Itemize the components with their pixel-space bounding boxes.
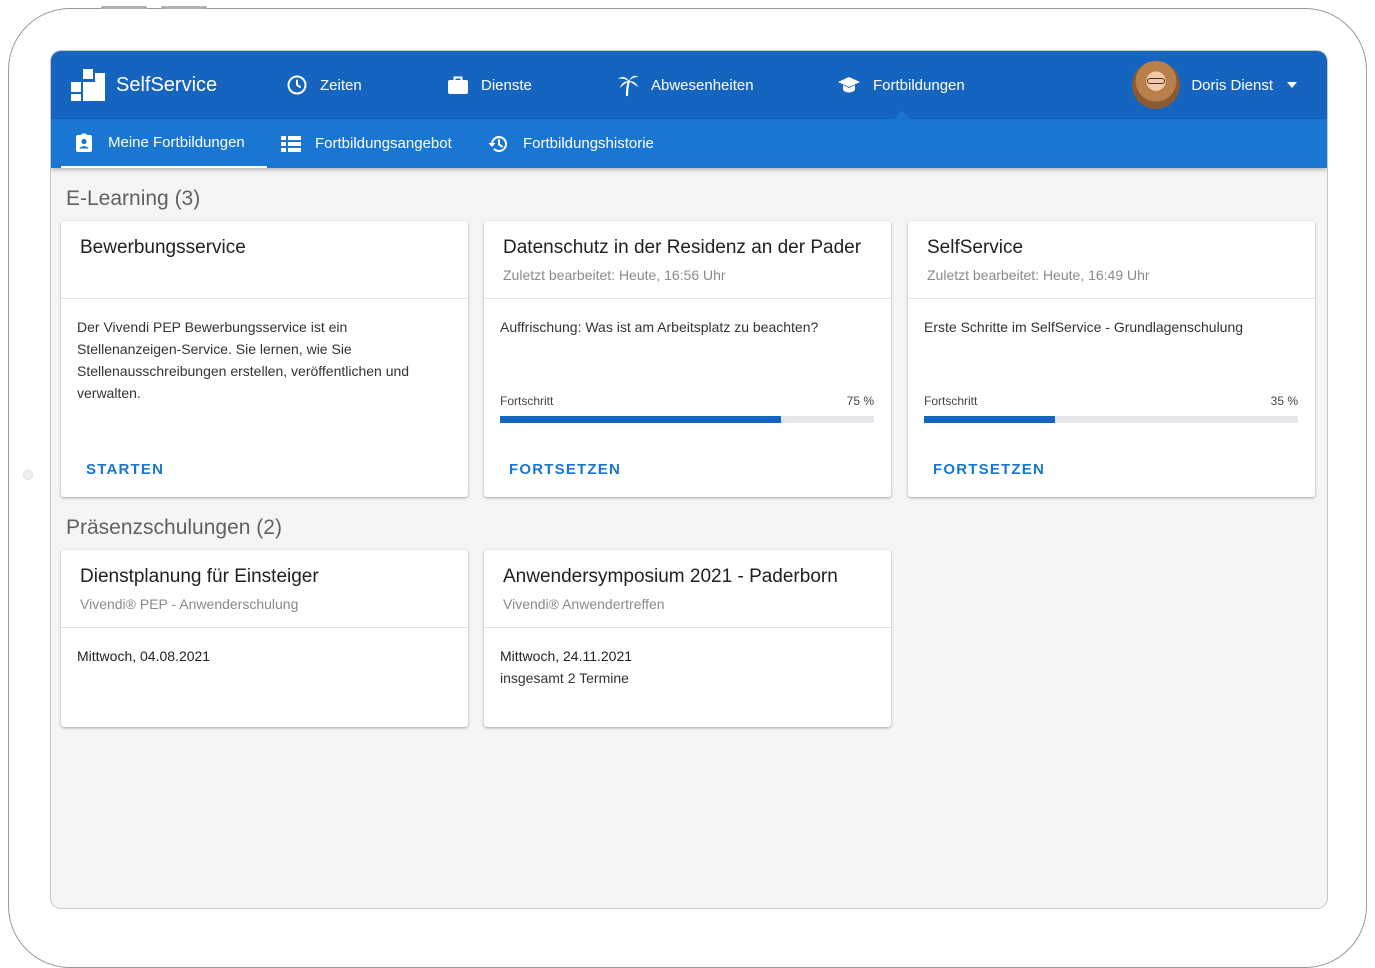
camera-icon xyxy=(23,470,33,480)
card-details: Mittwoch, 24.11.2021 insgesamt 2 Termine xyxy=(484,628,891,689)
progress-bar xyxy=(500,416,874,423)
palm-tree-icon xyxy=(618,75,638,97)
card-subtitle: Vivendi® Anwendertreffen xyxy=(503,596,665,612)
avatar xyxy=(1132,61,1181,109)
top-navigation-bar: SelfService Zeiten Dienste Abwesenheiten… xyxy=(51,51,1327,119)
app-screen: SelfService Zeiten Dienste Abwesenheiten… xyxy=(51,51,1327,908)
course-card: SelfService Zuletzt bearbeitet: Heute, 1… xyxy=(908,221,1315,497)
nav-label: Fortbildungen xyxy=(873,76,965,94)
card-header: Bewerbungsservice xyxy=(61,221,468,299)
card-subtitle: Zuletzt bearbeitet: Heute, 16:49 Uhr xyxy=(927,267,1150,283)
nav-zeiten[interactable]: Zeiten xyxy=(286,51,362,119)
card-description: Erste Schritte im SelfService - Grundlag… xyxy=(924,319,1244,335)
id-badge-icon xyxy=(76,133,92,152)
card-title: SelfService xyxy=(927,237,1024,258)
nav-label: Abwesenheiten xyxy=(651,76,754,94)
start-button[interactable]: STARTEN xyxy=(86,461,164,478)
list-icon xyxy=(281,135,301,152)
progress-bar xyxy=(924,416,1298,423)
card-subtitle: Zuletzt bearbeitet: Heute, 16:56 Uhr xyxy=(503,267,726,283)
progress-label: Fortschritt xyxy=(500,394,554,408)
tablet-button xyxy=(161,6,207,9)
nav-abwesenheiten[interactable]: Abwesenheiten xyxy=(617,51,754,119)
app-title: SelfService xyxy=(116,73,218,96)
progress-label: Fortschritt xyxy=(924,394,978,408)
card-title: Anwendersymposium 2021 - Paderborn xyxy=(503,566,838,587)
user-menu[interactable]: Doris Dienst xyxy=(1132,61,1297,109)
card-description: Auffrischung: Was ist am Arbeitsplatz zu… xyxy=(500,319,819,335)
course-card[interactable]: Anwendersymposium 2021 - Paderborn Viven… xyxy=(484,550,891,727)
chevron-down-icon xyxy=(1287,82,1297,88)
nav-label: Dienste xyxy=(481,76,532,94)
tablet-button xyxy=(101,6,147,9)
nav-fortbildungen[interactable]: Fortbildungen xyxy=(837,51,965,119)
tab-fortbildungsangebot[interactable]: Fortbildungsangebot xyxy=(281,119,452,168)
card-description: Der Vivendi PEP Bewerbungsservice ist ei… xyxy=(77,319,410,401)
brand[interactable]: SelfService xyxy=(71,69,217,101)
card-header: Dienstplanung für Einsteiger Vivendi® PE… xyxy=(61,550,468,628)
continue-button[interactable]: FORTSETZEN xyxy=(509,461,621,478)
nav-dienste[interactable]: Dienste xyxy=(447,51,532,119)
progress-fill xyxy=(924,416,1055,423)
tab-label: Fortbildungshistorie xyxy=(523,135,654,152)
card-header: SelfService Zuletzt bearbeitet: Heute, 1… xyxy=(908,221,1315,299)
course-note: insgesamt 2 Termine xyxy=(500,670,629,686)
progress-value: 75 % xyxy=(846,394,874,408)
tab-meine-fortbildungen[interactable]: Meine Fortbildungen xyxy=(61,119,267,168)
tab-label: Fortbildungsangebot xyxy=(315,135,452,152)
graduation-cap-icon xyxy=(838,77,860,93)
course-date: Mittwoch, 24.11.2021 xyxy=(500,648,633,664)
tab-fortbildungshistorie[interactable]: Fortbildungshistorie xyxy=(487,119,654,168)
user-name: Doris Dienst xyxy=(1191,76,1273,94)
continue-button[interactable]: FORTSETZEN xyxy=(933,461,1045,478)
nav-label: Zeiten xyxy=(320,76,362,94)
progress-fill xyxy=(500,416,781,423)
card-subtitle: Vivendi® PEP - Anwenderschulung xyxy=(80,596,299,612)
history-icon xyxy=(488,135,507,152)
course-card[interactable]: Dienstplanung für Einsteiger Vivendi® PE… xyxy=(61,550,468,727)
active-nav-indicator xyxy=(894,111,910,119)
progress-value: 35 % xyxy=(1270,394,1298,408)
card-details: Mittwoch, 04.08.2021 xyxy=(61,628,468,667)
section-title-praesenzschulungen: Präsenzschulungen (2) xyxy=(66,516,282,539)
selfservice-logo-icon xyxy=(71,69,105,101)
card-title: Datenschutz in der Residenz an der Pader xyxy=(503,237,862,258)
card-title: Dienstplanung für Einsteiger xyxy=(80,566,319,587)
card-header: Datenschutz in der Residenz an der Pader… xyxy=(484,221,891,299)
sub-navigation-bar: Meine Fortbildungen Fortbildungsangebot … xyxy=(51,119,1327,168)
course-card: Datenschutz in der Residenz an der Pader… xyxy=(484,221,891,497)
clock-icon xyxy=(287,75,307,95)
briefcase-icon xyxy=(448,76,468,94)
course-date: Mittwoch, 04.08.2021 xyxy=(77,648,211,664)
card-title: Bewerbungsservice xyxy=(80,237,246,258)
card-header: Anwendersymposium 2021 - Paderborn Viven… xyxy=(484,550,891,628)
section-title-elearning: E-Learning (3) xyxy=(66,187,201,210)
course-card: Bewerbungsservice Der Vivendi PEP Bewerb… xyxy=(61,221,468,497)
tab-label: Meine Fortbildungen xyxy=(108,134,245,151)
